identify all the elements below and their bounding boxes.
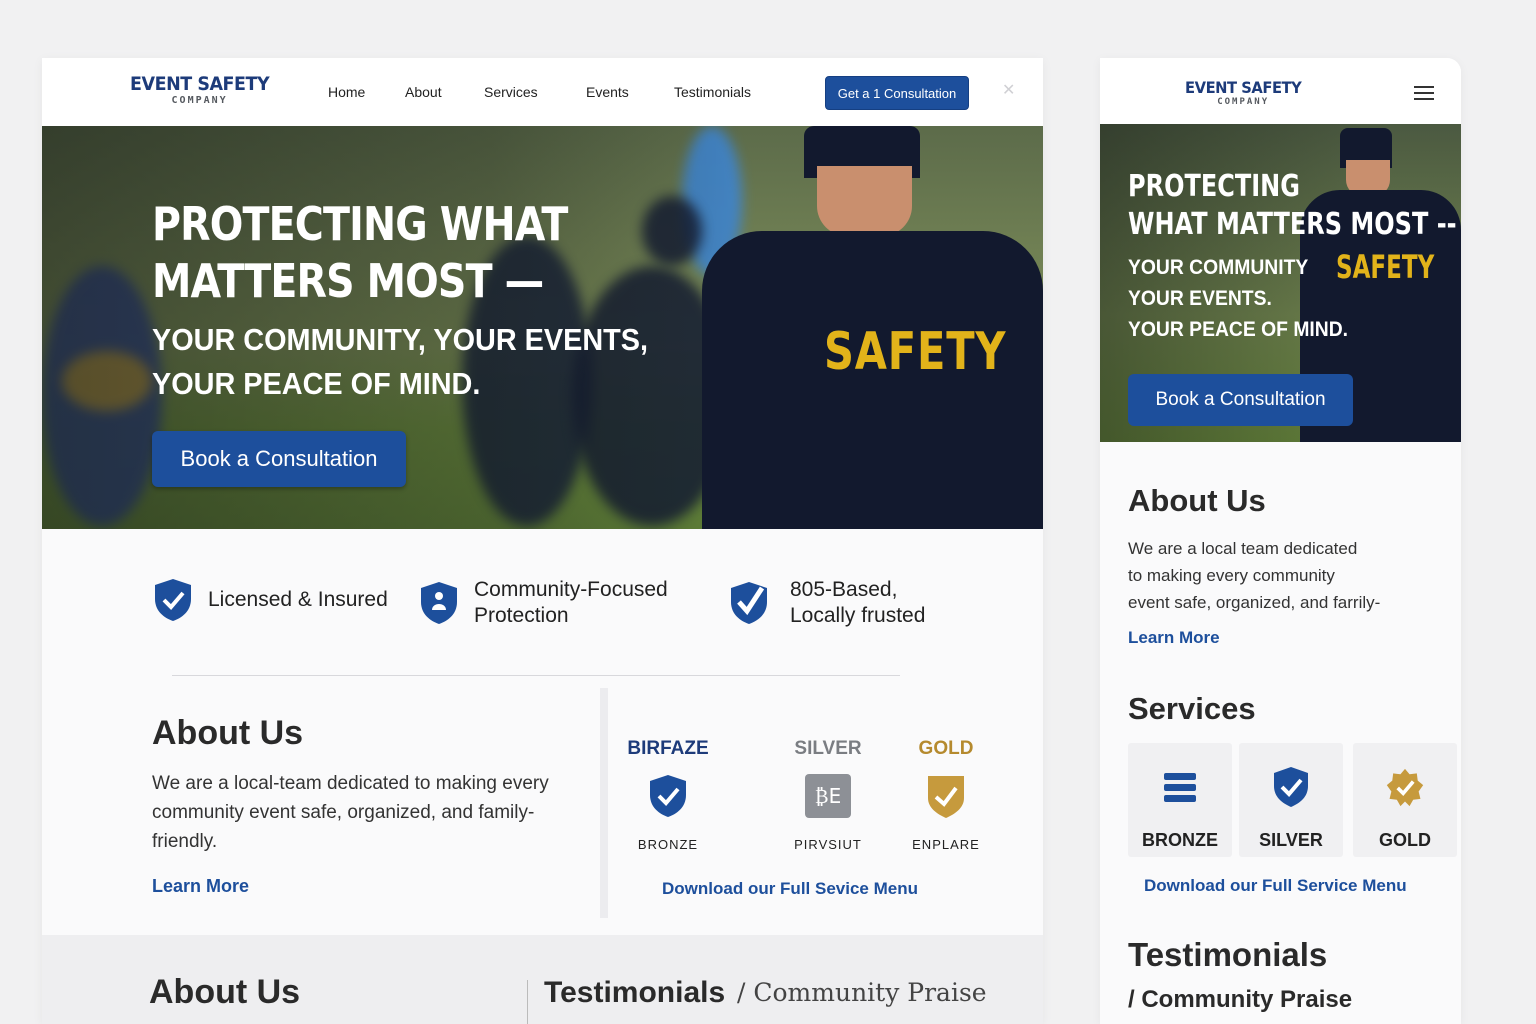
checkmark-badge-icon xyxy=(731,582,767,624)
desktop-page: EVENT SAFETY COMPANY Home About Services… xyxy=(42,58,1043,1024)
hero-title-line: PROTECTING xyxy=(1128,169,1300,204)
hero-title-line: PROTECTING WHAT xyxy=(152,197,568,251)
column-divider xyxy=(600,688,608,918)
trust-item: Licensed & Insured xyxy=(152,577,388,623)
mobile-hero: SAFETY PROTECTING WHAT MATTERS MOST -- Y… xyxy=(1100,124,1461,442)
hero-title: PROTECTING WHAT MATTERS MOST -- xyxy=(1128,168,1457,244)
shirt-safety-text: SAFETY xyxy=(824,322,1007,382)
service-card-silver[interactable]: SILVER xyxy=(1239,743,1343,857)
nav-testimonials[interactable]: Testimonials xyxy=(674,84,751,100)
learn-more-link[interactable]: Learn More xyxy=(1128,628,1220,648)
guard-head xyxy=(817,166,912,236)
about-title: About Us xyxy=(1128,483,1266,518)
mobile-page: EVENT SAFETY COMPANY SAFETY PROTECTING W… xyxy=(1100,58,1461,1024)
shield-person-icon xyxy=(421,582,457,624)
trust-item: 805-Based, Locally frusted xyxy=(728,577,925,629)
card-label: BRONZE xyxy=(1142,830,1218,850)
tier-bronze[interactable]: BIRFAZE BRONZE xyxy=(608,738,728,852)
nav-home[interactable]: Home xyxy=(328,84,365,100)
brand-name: EVENT SAFETY xyxy=(1185,78,1302,97)
learn-more-link[interactable]: Learn More xyxy=(152,876,249,897)
hero-subtitle-line: YOUR COMMUNITY xyxy=(1128,256,1309,279)
tier-gold[interactable]: GOLD ENPLARE xyxy=(886,738,1006,852)
trust-label: Licensed & Insured xyxy=(208,588,388,611)
badge-gold-icon xyxy=(1386,768,1424,807)
divider xyxy=(527,980,528,1024)
shield-check-icon xyxy=(650,775,686,817)
hero-banner: SAFETY PROTECTING WHAT MATTERS MOST — YO… xyxy=(42,126,1043,529)
get-consultation-button[interactable]: Get a 1 Consultation xyxy=(825,76,969,110)
community-praise-subheading: / Community Praise xyxy=(1128,986,1353,1013)
close-icon[interactable]: ✕ xyxy=(1002,80,1015,100)
service-card-bronze[interactable]: BRONZE xyxy=(1128,743,1232,857)
service-card-gold[interactable]: GOLD xyxy=(1353,743,1457,857)
hero-title-line: MATTERS MOST — xyxy=(152,254,544,308)
hero-subtitle: YOUR COMMUNITY, YOUR EVENTS, YOUR PEACE … xyxy=(152,318,648,406)
testimonials-heading: Testimonials xyxy=(544,976,726,1009)
services-title: Services xyxy=(1128,691,1256,726)
tier-sub: ENPLARE xyxy=(912,837,980,852)
tier-name: BIRFAZE xyxy=(627,738,709,759)
card-label: SILVER xyxy=(1259,830,1323,850)
brand-logo[interactable]: EVENT SAFETY COMPANY xyxy=(1180,80,1306,107)
brand-sub: COMPANY xyxy=(171,95,228,106)
hero-subtitle-line: YOUR COMMUNITY, YOUR EVENTS, xyxy=(152,322,649,357)
community-praise-subheading: / Community Praise xyxy=(737,978,987,1007)
about-section: About Us We are a local-team dedicated t… xyxy=(152,714,592,897)
shield-gold-icon xyxy=(928,776,964,818)
testimonials-heading: Testimonials xyxy=(1128,936,1328,973)
nav-events[interactable]: Events xyxy=(586,84,629,100)
shield-check-icon xyxy=(155,579,191,621)
divider xyxy=(172,675,900,676)
book-consultation-button[interactable]: Book a Consultation xyxy=(152,431,406,487)
brand-sub: COMPANY xyxy=(1217,97,1270,107)
trust-label: Community-Focused Protection xyxy=(474,578,668,627)
trust-bar: Licensed & Insured Community-Focused Prot… xyxy=(42,573,1043,653)
shirt-safety-text: SAFETY xyxy=(1336,248,1435,286)
hero-title-line: WHAT MATTERS MOST -- xyxy=(1128,207,1457,242)
tier-sub: PIRVSIUT xyxy=(794,837,862,852)
mobile-about-section: About Us We are a local team dedicated t… xyxy=(1128,483,1428,648)
card-label: GOLD xyxy=(1379,830,1431,850)
hero-subtitle-line: YOUR PEACE OF MIND. xyxy=(152,366,481,401)
about-heading-bottom: About Us xyxy=(149,973,301,1011)
about-title: About Us xyxy=(152,714,304,752)
shield-check-icon xyxy=(1274,767,1308,807)
trust-item: Community-Focused Protection xyxy=(418,577,668,629)
mobile-header: EVENT SAFETY COMPANY xyxy=(1100,58,1461,124)
tier-name: SILVER xyxy=(794,738,862,759)
hero-subtitle-line: YOUR PEACE OF MIND. xyxy=(1128,318,1349,341)
download-menu-link[interactable]: Download our Full Service Menu xyxy=(1144,876,1407,896)
brand-name: EVENT SAFETY xyxy=(130,73,270,95)
svg-text:₿E: ₿E xyxy=(815,784,841,808)
download-menu-link[interactable]: Download our Full Sevice Menu xyxy=(662,879,918,899)
hero-subtitle-line: YOUR EVENTS. xyxy=(1128,287,1272,310)
tier-silver[interactable]: SILVER ₿E PIRVSIUT xyxy=(768,738,888,852)
book-consultation-button[interactable]: Book a Consultation xyxy=(1128,374,1353,426)
hero-subtitle: YOUR COMMUNITY YOUR EVENTS. YOUR PEACE O… xyxy=(1128,252,1348,345)
trust-label: 805-Based, Locally frusted xyxy=(790,578,926,627)
tier-name: GOLD xyxy=(918,738,974,759)
tier-sub: BRONZE xyxy=(637,837,699,852)
nav-about[interactable]: About xyxy=(405,84,442,100)
badge-silver-icon: ₿E xyxy=(805,774,851,818)
site-header: EVENT SAFETY COMPANY Home About Services… xyxy=(42,58,1043,126)
about-body: We are a local team dedicated to making … xyxy=(1128,539,1381,612)
brand-logo[interactable]: EVENT SAFETY COMPANY xyxy=(124,75,275,106)
nav-services[interactable]: Services xyxy=(484,84,538,100)
hamburger-menu-icon[interactable] xyxy=(1414,86,1434,104)
menu-bars-icon xyxy=(1164,773,1196,802)
about-body: We are a local-team dedicated to making … xyxy=(152,773,549,852)
hero-title: PROTECTING WHAT MATTERS MOST — xyxy=(152,196,568,310)
